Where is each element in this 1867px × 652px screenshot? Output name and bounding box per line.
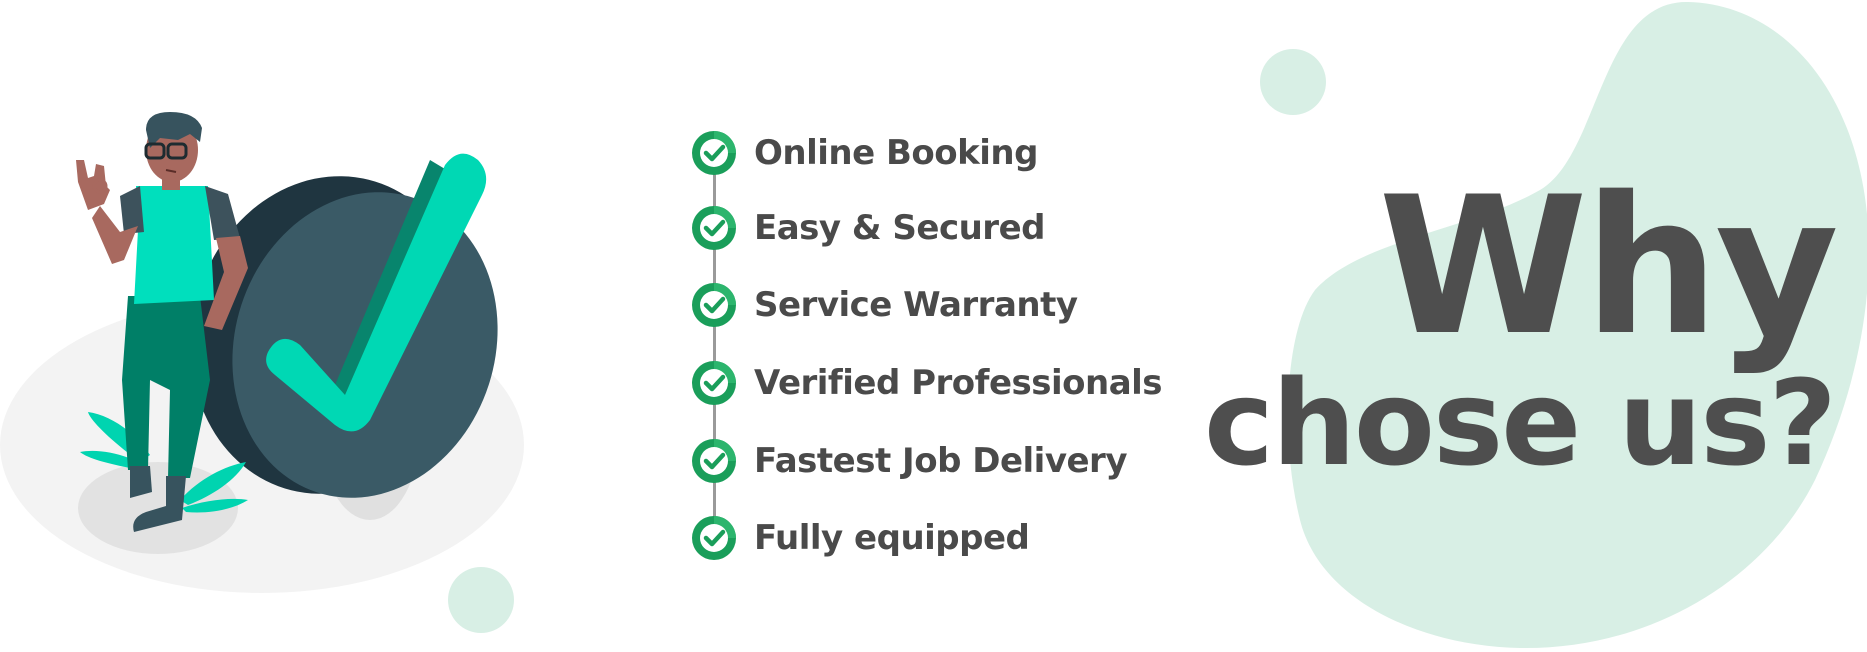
feature-label: Easy & Secured [754,208,1045,248]
person-sleeve-left [120,186,144,234]
feature-item-verified-professionals: Verified Professionals [690,358,1163,408]
feature-item-fastest-job-delivery: Fastest Job Delivery [690,436,1127,486]
feature-label: Online Booking [754,133,1038,173]
heading-line-why: Why [1378,156,1839,377]
check-circle-icon [692,206,736,250]
feature-label: Fastest Job Delivery [754,441,1127,481]
check-circle-icon [692,516,736,560]
feature-label: Verified Professionals [754,363,1163,403]
feature-item-online-booking: Online Booking [690,128,1038,178]
person-torso [134,186,214,304]
feature-label: Fully equipped [754,518,1030,558]
feature-item-easy-secured: Easy & Secured [690,203,1045,253]
page-heading: Why chose us? [1203,156,1839,492]
check-circle-icon [692,439,736,483]
check-circle-icon [692,283,736,327]
feature-item-fully-equipped: Fully equipped [690,513,1030,563]
check-circle-icon [692,361,736,405]
decorative-circle-bottom [448,567,514,633]
feature-label: Service Warranty [754,285,1078,325]
check-circle-icon [692,131,736,175]
why-choose-us-banner: Online Booking Easy & Secured Service Wa… [0,0,1867,652]
feature-item-service-warranty: Service Warranty [690,280,1078,330]
features-list: Online Booking Easy & Secured Service Wa… [690,128,1210,560]
decorative-circle-top [1260,49,1326,115]
heading-line-chose-us: chose us? [1203,354,1837,492]
